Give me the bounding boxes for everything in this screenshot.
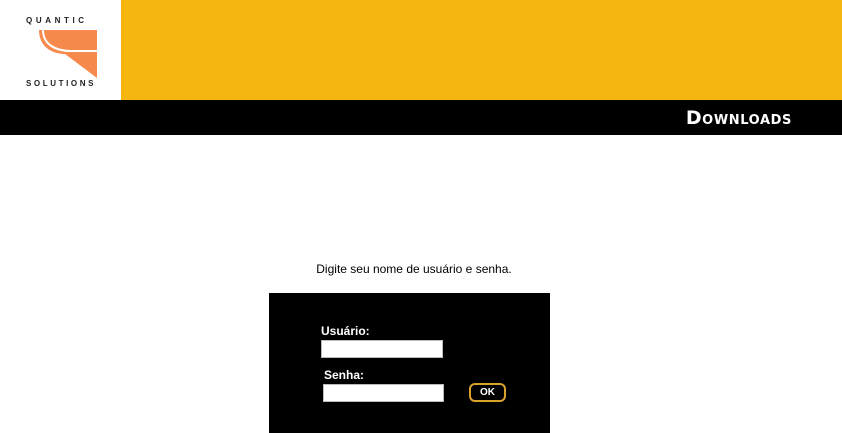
title-bar: Downloads — [0, 100, 842, 135]
q-logo-icon — [25, 30, 97, 78]
password-label: Senha: — [324, 368, 365, 382]
logo-text-bottom: SOLUTIONS — [26, 79, 97, 88]
header-banner — [0, 0, 842, 100]
username-input[interactable] — [321, 340, 443, 358]
company-logo[interactable]: QUANTIC SOLUTIONS — [0, 0, 121, 100]
logo-text-top: QUANTIC — [26, 16, 88, 25]
username-label: Usuário: — [321, 324, 370, 338]
ok-button[interactable]: OK — [469, 383, 506, 402]
password-input[interactable] — [323, 384, 444, 402]
login-instruction: Digite seu nome de usuário e senha. — [316, 262, 512, 276]
page-title: Downloads — [685, 107, 792, 129]
login-panel: Usuário: Senha: OK — [269, 293, 550, 433]
